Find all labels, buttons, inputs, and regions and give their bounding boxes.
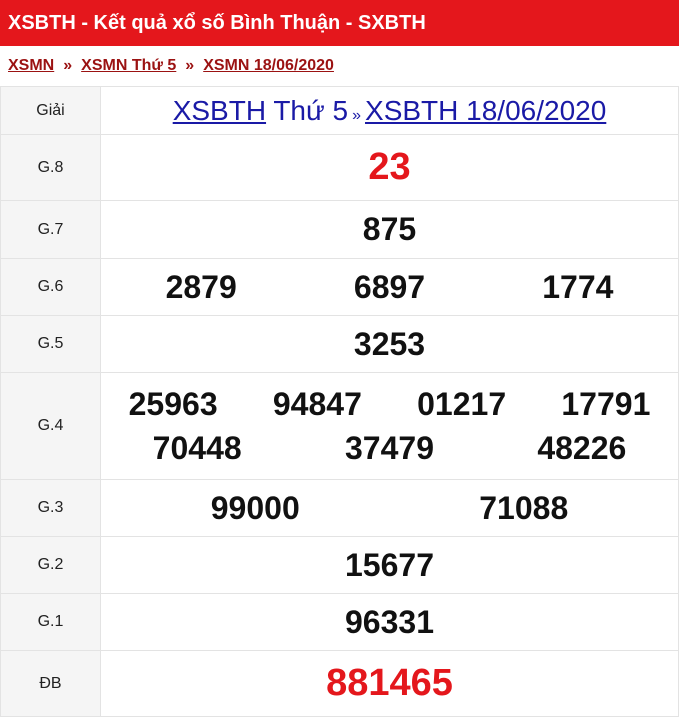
prize-label: G.6 xyxy=(0,258,101,316)
prize-number: 3253 xyxy=(353,325,426,362)
prize-number: 6897 xyxy=(353,268,426,305)
prize-row-g8: G.8 23 xyxy=(0,134,679,201)
prize-number: 2879 xyxy=(165,268,237,305)
table-header-row: Giải XSBTH Thứ 5» XSBTH 18/06/2020 xyxy=(0,86,679,135)
breadcrumb-link-xsmn-date[interactable]: XSMN 18/06/2020 xyxy=(203,57,334,74)
title-link-xsbth-date[interactable]: XSBTH 18/06/2020 xyxy=(365,95,606,126)
title-link-xsbth[interactable]: XSBTH xyxy=(173,95,266,126)
prize-label: ĐB xyxy=(0,650,101,717)
prize-label: G.8 xyxy=(0,134,101,201)
prize-label: G.4 xyxy=(0,372,101,480)
breadcrumb-link-xsmn-thu-5[interactable]: XSMN Thứ 5 xyxy=(81,57,176,74)
breadcrumb-link-xsmn[interactable]: XSMN xyxy=(8,57,54,74)
prize-row-g2: G.2 15677 xyxy=(0,536,679,594)
prize-row-special: ĐB 881465 xyxy=(0,650,679,717)
prize-label: G.5 xyxy=(0,315,101,373)
title-separator: » xyxy=(352,106,362,124)
prize-number: 875 xyxy=(362,211,417,247)
results-title-cell: XSBTH Thứ 5» XSBTH 18/06/2020 xyxy=(100,86,679,135)
results-table: Giải XSBTH Thứ 5» XSBTH 18/06/2020 G.8 23… xyxy=(0,86,679,717)
prize-number: 99000 xyxy=(210,489,300,526)
title-day: Thứ 5 xyxy=(273,94,349,126)
prize-number: 37479 xyxy=(345,430,434,466)
page-title: XSBTH - Kết quả xổ số Bình Thuận - SXBTH xyxy=(8,12,426,34)
prize-row-g7: G.7 875 xyxy=(0,200,679,259)
prize-row-g1: G.1 96331 xyxy=(0,593,679,651)
breadcrumb-separator: » xyxy=(185,57,195,74)
prize-label: G.1 xyxy=(0,593,101,651)
prize-label: G.2 xyxy=(0,536,101,594)
prize-number: 23 xyxy=(368,146,411,188)
prize-row-g4: G.4 25963 94847 01217 17791 70448 37479 … xyxy=(0,372,679,480)
prize-number: 48226 xyxy=(537,430,627,466)
page-title-bar: XSBTH - Kết quả xổ số Bình Thuận - SXBTH xyxy=(0,0,679,46)
prize-number: 25963 xyxy=(128,386,218,422)
prize-label: G.3 xyxy=(0,479,101,537)
prize-number: 96331 xyxy=(345,603,434,640)
prize-row-g6: G.6 2879 6897 1774 xyxy=(0,258,679,316)
prize-column-header: Giải xyxy=(0,86,101,135)
prize-number: 70448 xyxy=(152,430,242,466)
prize-row-g5: G.5 3253 xyxy=(0,315,679,373)
prize-number: 71088 xyxy=(479,489,569,526)
breadcrumb-separator: » xyxy=(63,57,73,74)
prize-number: 17791 xyxy=(561,386,651,422)
prize-label: G.7 xyxy=(0,200,101,259)
prize-number: 01217 xyxy=(417,386,507,422)
prize-number: 1774 xyxy=(542,268,614,305)
prize-number: 94847 xyxy=(272,386,362,422)
prize-number: 15677 xyxy=(345,546,434,583)
breadcrumb: XSMN » XSMN Thứ 5 » XSMN 18/06/2020 xyxy=(0,46,679,86)
prize-row-g3: G.3 99000 71088 xyxy=(0,479,679,537)
special-prize-number: 881465 xyxy=(326,662,453,704)
